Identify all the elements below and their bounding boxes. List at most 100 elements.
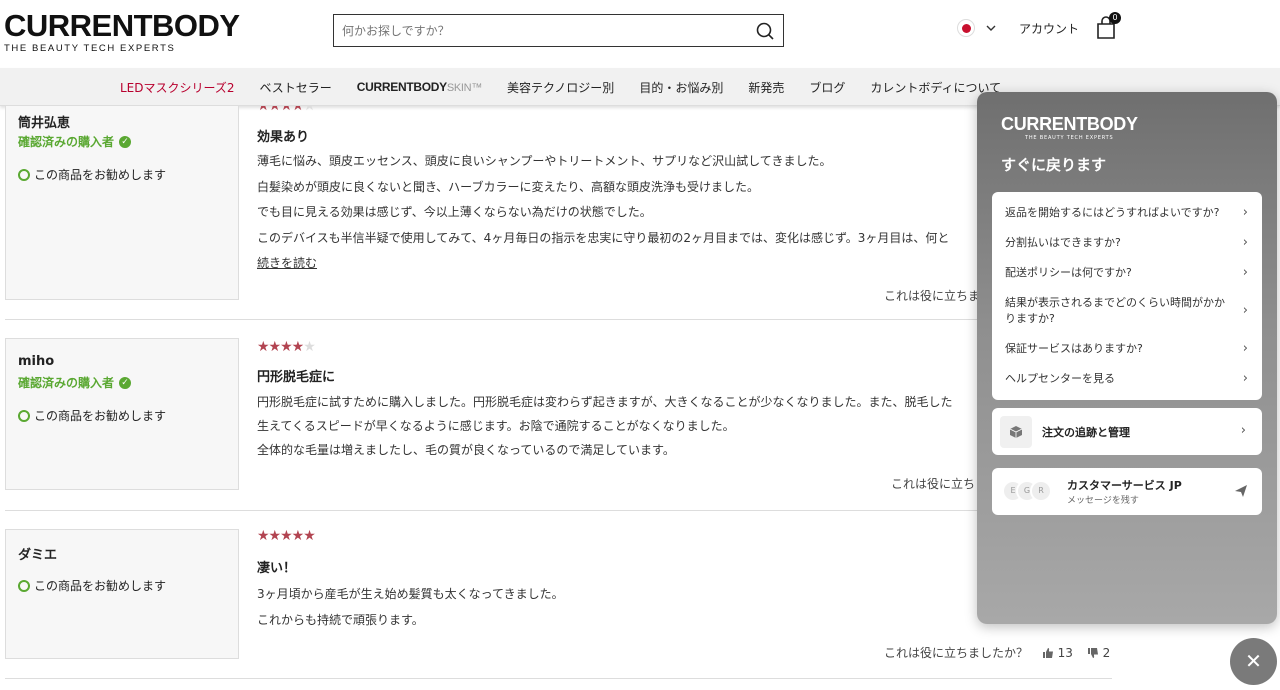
faq-label: 返品を開始するにはどうすればよいですか?: [1005, 206, 1220, 219]
verified-buyer: 確認済みの購入者 ✓: [18, 133, 132, 150]
logo-wordmark: CURRENTBODY: [4, 8, 240, 43]
header-actions: アカウント 0: [957, 12, 1122, 42]
search-input[interactable]: [334, 15, 734, 46]
faq-list: 返品を開始するにはどうすればよいですか? › 分割払いはできますか? › 配送ポリシ…: [992, 192, 1262, 400]
reviewer-panel: 筒井弘恵 確認済みの購入者 ✓ この商品をお勧めします: [5, 106, 239, 300]
nav-led-mask[interactable]: LEDマスクシリーズ2: [120, 79, 235, 96]
recommend-label: この商品をお勧めします: [18, 407, 166, 424]
verified-label: 確認済みの購入者: [18, 376, 115, 390]
review-line: 3ヶ月頃から産毛が生え始め髪質も太くなってきました。: [257, 587, 564, 601]
faq-label: 結果が表示されるまでどのくらい時間がかかりますか?: [1005, 296, 1225, 325]
faq-item-shipping[interactable]: 配送ポリシーは何ですか? ›: [992, 258, 1262, 288]
chevron-right-icon: ›: [1240, 422, 1246, 438]
review-item: 筒井弘恵 確認済みの購入者 ✓ この商品をお勧めします ★★★★★ 効果あり 薄毛…: [0, 106, 1112, 316]
review-title: 円形脱毛症に: [257, 370, 336, 385]
faq-item-help-center[interactable]: ヘルプセンターを見る ›: [992, 364, 1262, 394]
star-rating: ★★★★★: [257, 106, 316, 114]
review-line: でも目に見える効果は感じず、今以上薄くならない為だけの状態でした。: [257, 205, 652, 219]
reviewer-panel: ダミエ この商品をお勧めします: [5, 529, 239, 659]
helpful-prompt: これは役に立ちま: [884, 289, 981, 303]
faq-item-returns[interactable]: 返品を開始するにはどうすればよいですか? ›: [992, 198, 1262, 228]
customer-service-subtitle: メッセージを残す: [1067, 496, 1139, 506]
widget-logo: CURRENTBODY THE BEAUTY TECH EXPERTS: [1001, 114, 1138, 141]
review-item: ダミエ この商品をお勧めします ★★★★★ 凄い！ 3ヶ月頃から産毛が生え始め髪…: [0, 514, 1112, 684]
thumbs-up-icon: [1042, 648, 1053, 658]
close-widget-button[interactable]: ✕: [1230, 638, 1277, 685]
nav-currentbody-skin[interactable]: CURRENTBODYSKIN™: [357, 80, 483, 94]
cart-count-badge: 0: [1109, 12, 1122, 24]
send-icon: [1235, 485, 1247, 497]
review-line: 白髪染めが頭皮に良くないと聞き、ハーブカラーに変えたり、高額な頭皮洗浄も受けまし…: [257, 179, 759, 194]
package-icon: [1000, 416, 1032, 448]
faq-label: 配送ポリシーは何ですか?: [1005, 266, 1132, 279]
nav-by-technology[interactable]: 美容テクノロジー別: [507, 79, 614, 96]
recommend-text: この商品をお勧めします: [34, 579, 167, 593]
review-line: 生えてくるスピードが早くなるように感じます。お陰で通院することがなくなりました。: [257, 419, 735, 433]
widget-logo-wordmark: CURRENTBODY: [1001, 114, 1138, 134]
star-rating: ★★★★★: [257, 528, 316, 544]
nav-bestseller[interactable]: ベストセラー: [260, 79, 332, 96]
track-order-card[interactable]: 注文の追跡と管理 ›: [992, 408, 1262, 455]
nav-blog[interactable]: ブログ: [809, 79, 845, 96]
verified-label: 確認済みの購入者: [18, 135, 115, 149]
review-divider: [5, 510, 1112, 511]
faq-label: ヘルプセンターを見る: [1005, 372, 1115, 385]
account-link[interactable]: アカウント: [1019, 20, 1079, 37]
recommend-icon: [18, 579, 30, 592]
recommend-text: この商品をお勧めします: [34, 168, 167, 182]
review-body: 薄毛に悩み、頭皮エッセンス、頭皮に良いシャンプーやトリートメント、サプリなど沢山…: [257, 149, 997, 277]
chevron-right-icon: ›: [1242, 371, 1248, 386]
review-line: 薄毛に悩み、頭皮エッセンス、頭皮に良いシャンプーやトリートメント、サプリなど沢山…: [257, 154, 832, 168]
review-body: 円形脱毛症に試すために購入しました。円形脱毛症は変わらず起きますが、大きくなるこ…: [257, 390, 997, 462]
faq-item-warranty[interactable]: 保証サービスはありますか? ›: [992, 334, 1262, 364]
customer-service-title: カスタマーサービス JP: [1067, 479, 1182, 492]
review-title: 効果あり: [257, 130, 310, 145]
review-line: 円形脱毛症に試すために購入しました。円形脱毛症は変わらず起きますが、大きくなるこ…: [257, 395, 953, 409]
agent-avatars: E G R: [1002, 480, 1052, 502]
nav-by-concern[interactable]: 目的・お悩み別: [639, 79, 723, 96]
search-icon[interactable]: [755, 21, 775, 41]
faq-item-installments[interactable]: 分割払いはできますか? ›: [992, 228, 1262, 258]
recommend-icon: [18, 168, 30, 181]
logo[interactable]: CURRENTBODY THE BEAUTY TECH EXPERTS: [4, 8, 240, 55]
helpful-no-count: 2: [1102, 646, 1111, 660]
customer-service-card[interactable]: E G R カスタマーサービス JP メッセージを残す: [992, 468, 1262, 515]
helpful-prompt: これは役に立ちましたか？: [884, 646, 1029, 660]
cart-button[interactable]: 0: [1095, 12, 1122, 40]
search-bar: [333, 14, 784, 47]
thumbs-up-button[interactable]: 13: [1042, 646, 1077, 660]
reviewer-name: miho: [18, 354, 55, 369]
nav-new[interactable]: 新発売: [748, 79, 784, 96]
site-header: CURRENTBODY THE BEAUTY TECH EXPERTS アカウン…: [0, 0, 1280, 68]
reviewer-panel: miho 確認済みの購入者 ✓ この商品をお勧めします: [5, 338, 239, 490]
review-line: 全体的な毛量は増えましたし、毛の質が良くなっているので満足しています。: [257, 443, 675, 457]
nav-skin-suffix: SKIN™: [446, 82, 483, 94]
star-rating: ★★★★★: [257, 339, 316, 355]
faq-label: 分割払いはできますか?: [1005, 236, 1121, 249]
japan-flag-icon[interactable]: [957, 19, 975, 37]
widget-title: すぐに戻ります: [1001, 156, 1107, 174]
help-widget: CURRENTBODY THE BEAUTY TECH EXPERTS すぐに戻…: [977, 92, 1277, 624]
faq-label: 保証サービスはありますか?: [1005, 342, 1143, 355]
track-order-label: 注文の追跡と管理: [1042, 426, 1130, 439]
widget-logo-tagline: THE BEAUTY TECH EXPERTS: [1025, 135, 1114, 141]
thumbs-down-button[interactable]: 2: [1087, 646, 1110, 660]
review-body: 3ヶ月頃から産毛が生え始め髪質も太くなってきました。 これからも持続で頑張ります…: [257, 581, 997, 633]
review-divider: [5, 678, 1112, 679]
check-icon: ✓: [119, 135, 132, 148]
logo-tagline: THE BEAUTY TECH EXPERTS: [4, 43, 176, 54]
review-item: miho 確認済みの購入者 ✓ この商品をお勧めします ★★★★★ 円形脱毛症に …: [0, 324, 1112, 504]
read-more-link[interactable]: 続きを読む: [257, 251, 997, 277]
thumbs-down-icon: [1087, 648, 1098, 658]
helpful-prompt: これは役に立ち: [891, 477, 976, 491]
chevron-down-icon[interactable]: [985, 22, 997, 34]
avatar: R: [1030, 480, 1052, 502]
chevron-right-icon: ›: [1242, 205, 1248, 220]
reviewer-name: ダミエ: [18, 548, 58, 563]
chevron-right-icon: ›: [1242, 235, 1248, 250]
recommend-label: この商品をお勧めします: [18, 577, 166, 594]
recommend-icon: [18, 409, 30, 422]
helpful-yes-count: 13: [1057, 646, 1073, 660]
faq-item-results-time[interactable]: 結果が表示されるまでどのくらい時間がかかりますか? ›: [992, 288, 1262, 334]
chevron-right-icon: ›: [1242, 341, 1248, 356]
